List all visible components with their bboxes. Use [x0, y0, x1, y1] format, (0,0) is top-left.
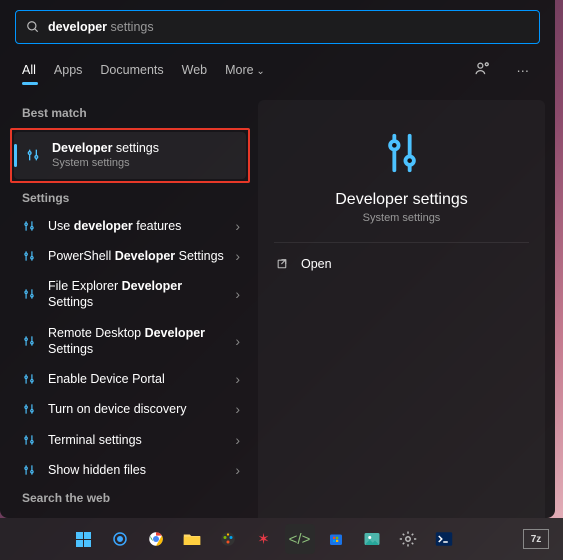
sliders-icon: [20, 287, 38, 301]
result-title: Developer settings: [52, 140, 236, 156]
tab-apps[interactable]: Apps: [54, 63, 83, 77]
chevron-right-icon: ›: [235, 218, 240, 234]
settings-result-title: Terminal settings: [48, 432, 225, 448]
search-query-text: developer settings: [48, 20, 154, 34]
search-icon: [26, 20, 40, 34]
taskbar-app-file-explorer[interactable]: [177, 524, 207, 554]
settings-result[interactable]: Remote Desktop Developer Settings ›: [10, 318, 250, 365]
web-result[interactable]: developer - See web results ›: [10, 511, 250, 518]
result-developer-settings[interactable]: Developer settings System settings: [14, 132, 246, 179]
taskbar-app-settings[interactable]: [393, 524, 423, 554]
windows-logo-icon: [76, 532, 91, 547]
search-input[interactable]: developer settings: [15, 10, 540, 44]
taskbar-app-ms-store[interactable]: [321, 524, 351, 554]
section-settings: Settings: [10, 185, 250, 211]
sliders-icon: [20, 219, 38, 233]
taskbar-7zip[interactable]: 7z: [521, 524, 551, 554]
preview-subtitle: System settings: [363, 212, 441, 224]
settings-result-title: Turn on device discovery: [48, 401, 225, 417]
best-match-highlight-box: Developer settings System settings: [10, 128, 250, 183]
sliders-icon: [24, 147, 42, 163]
section-search-web: Search the web: [10, 485, 250, 511]
chevron-right-icon: ›: [235, 371, 240, 387]
chevron-right-icon: ›: [235, 248, 240, 264]
taskbar-app-copilot[interactable]: [213, 524, 243, 554]
sliders-icon: [20, 372, 38, 386]
settings-result[interactable]: File Explorer Developer Settings ›: [10, 271, 250, 318]
filter-tabs: All Apps Documents Web More ⋯: [0, 44, 555, 90]
taskbar-app-tool-red[interactable]: ✶: [249, 524, 279, 554]
action-open-label: Open: [301, 257, 332, 271]
tab-all[interactable]: All: [22, 63, 36, 77]
settings-result-title: Use developer features: [48, 218, 225, 234]
settings-result-title: Enable Device Portal: [48, 371, 225, 387]
settings-result[interactable]: Terminal settings ›: [10, 425, 250, 455]
settings-result-title: File Explorer Developer Settings: [48, 278, 225, 311]
more-options-icon[interactable]: ⋯: [513, 59, 534, 82]
results-list: Best match Developer settings System set…: [10, 100, 250, 518]
chevron-right-icon: ›: [235, 333, 240, 349]
taskbar-app-terminal[interactable]: [429, 524, 459, 554]
sliders-icon: [20, 334, 38, 348]
preview-pane: Developer settings System settings Open: [258, 100, 545, 518]
settings-result-title: PowerShell Developer Settings: [48, 248, 225, 264]
divider: [274, 242, 529, 243]
taskbar-app-photos[interactable]: [357, 524, 387, 554]
sliders-icon: [20, 402, 38, 416]
tab-more[interactable]: More: [225, 63, 265, 77]
account-icon[interactable]: [470, 56, 495, 84]
sliders-icon: [20, 463, 38, 477]
chevron-right-icon: ›: [235, 401, 240, 417]
settings-result[interactable]: PowerShell Developer Settings ›: [10, 241, 250, 271]
settings-result-title: Remote Desktop Developer Settings: [48, 325, 225, 358]
settings-result[interactable]: Show hidden files ›: [10, 455, 250, 485]
start-button[interactable]: [69, 524, 99, 554]
settings-result-title: Show hidden files: [48, 462, 225, 478]
taskbar-app-pc-manager[interactable]: [105, 524, 135, 554]
chevron-right-icon: ›: [235, 462, 240, 478]
start-search-panel: developer settings All Apps Documents We…: [0, 0, 555, 518]
open-icon: [276, 258, 289, 271]
sliders-icon: [20, 433, 38, 447]
taskbar-app-dev-icon[interactable]: </>: [285, 524, 315, 554]
sevenzip-label: 7z: [523, 529, 549, 549]
taskbar: ✶ </> 7z: [0, 518, 563, 560]
tab-web[interactable]: Web: [182, 63, 207, 77]
tab-documents[interactable]: Documents: [100, 63, 163, 77]
settings-result[interactable]: Turn on device discovery ›: [10, 394, 250, 424]
chevron-right-icon: ›: [235, 286, 240, 302]
settings-result[interactable]: Enable Device Portal ›: [10, 364, 250, 394]
section-best-match: Best match: [10, 100, 250, 126]
settings-result[interactable]: Use developer features ›: [10, 211, 250, 241]
sliders-icon: [20, 249, 38, 263]
result-subtitle: System settings: [52, 156, 236, 170]
taskbar-app-chrome[interactable]: [141, 524, 171, 554]
chevron-right-icon: ›: [235, 432, 240, 448]
action-open[interactable]: Open: [258, 249, 545, 279]
sliders-large-icon: [379, 130, 425, 179]
preview-title: Developer settings: [335, 191, 468, 209]
